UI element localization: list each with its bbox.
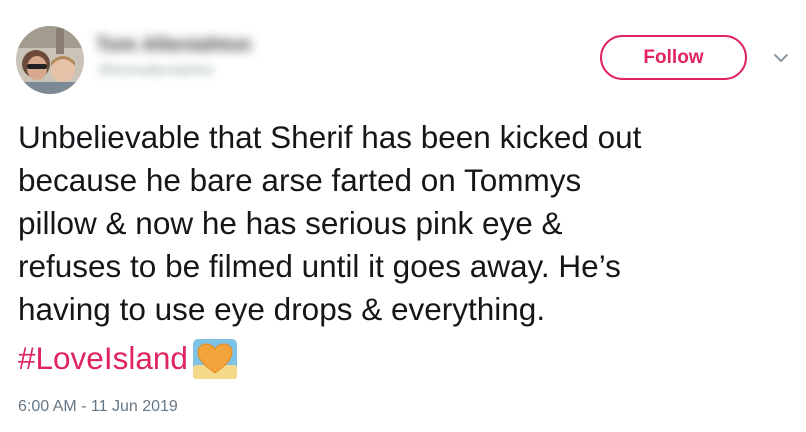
tweet-card: Tom Allenighton @tomallenighton Follow U… bbox=[0, 0, 806, 432]
orange-heart-emoji-icon bbox=[192, 338, 237, 379]
author-name[interactable]: Tom Allenighton bbox=[96, 34, 274, 52]
author-handle[interactable]: @tomallenighton bbox=[98, 62, 214, 76]
tweet-text: Unbelievable that Sherif has been kicked… bbox=[18, 119, 642, 327]
avatar[interactable] bbox=[16, 26, 84, 94]
chevron-down-icon[interactable] bbox=[770, 50, 792, 66]
hashtag-line: #LoveIsland bbox=[18, 337, 238, 380]
follow-button[interactable]: Follow bbox=[600, 35, 747, 80]
timestamp[interactable]: 6:00 AM - 11 Jun 2019 bbox=[18, 398, 178, 416]
hashtag-link[interactable]: #LoveIsland bbox=[18, 340, 188, 377]
